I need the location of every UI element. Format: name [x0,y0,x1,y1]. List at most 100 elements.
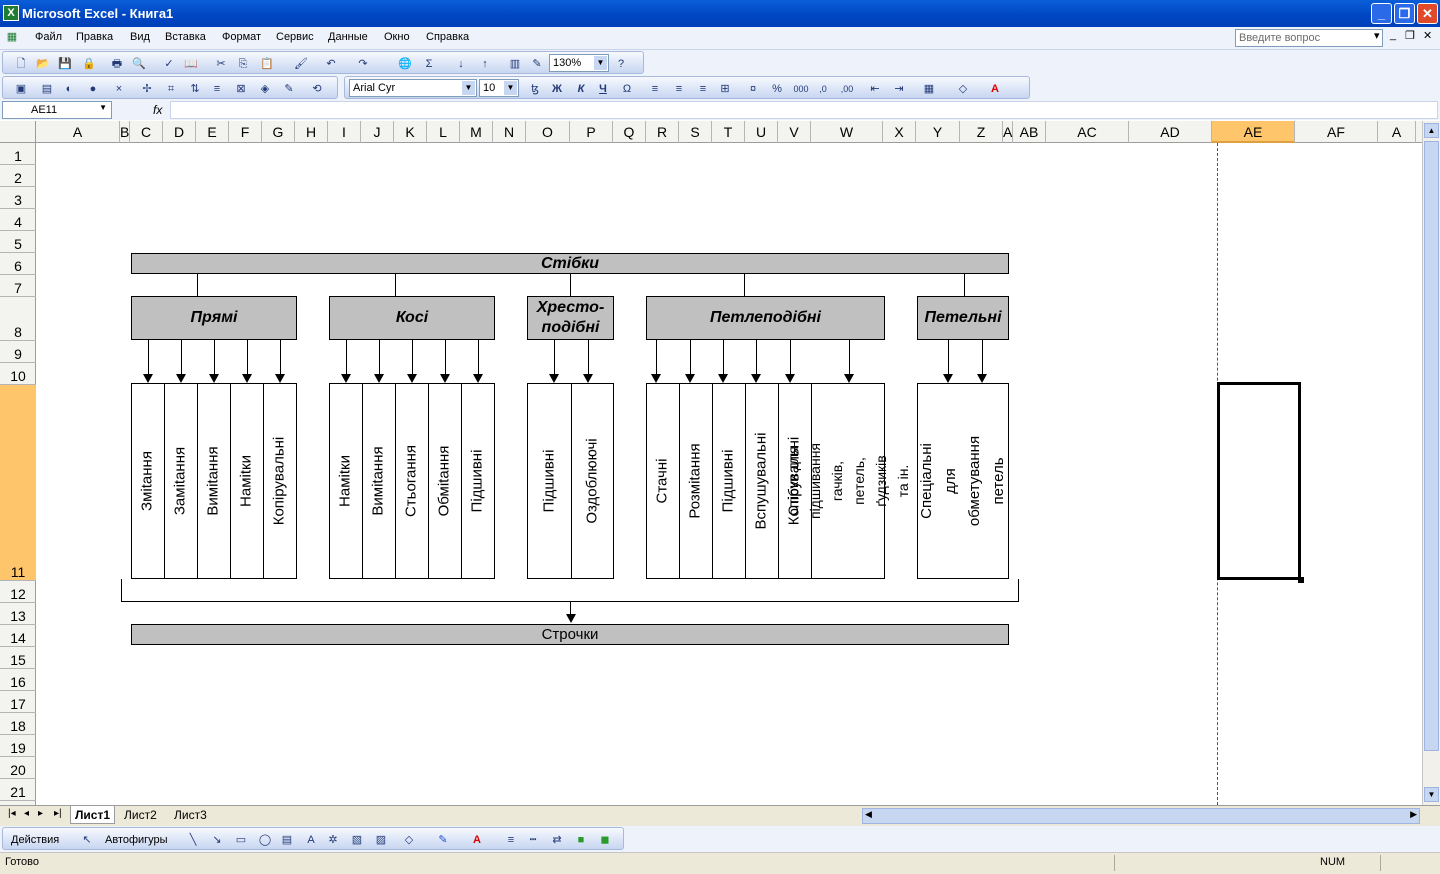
col-header-C[interactable]: C [130,121,163,143]
format-painter-icon[interactable]: 🖌 [293,56,309,72]
col-header-T[interactable]: T [712,121,745,143]
row-header-8[interactable]: 8 [0,297,36,341]
col-header-A[interactable]: A [1378,121,1416,143]
col-header-F[interactable]: F [229,121,262,143]
textbox-icon[interactable]: ▤ [279,832,295,848]
col-header-R[interactable]: R [646,121,679,143]
scroll-down-icon[interactable]: ▼ [1424,787,1439,802]
research-icon[interactable]: 📖 [183,56,199,72]
menu-data[interactable]: Данные [328,31,368,43]
scroll-right-icon[interactable]: ▶ [1410,809,1417,820]
row-header-21[interactable]: 21 [0,779,36,801]
copy-icon[interactable]: ⎘ [235,56,251,72]
fx-icon[interactable]: fx [153,103,162,117]
text-icon[interactable]: ꜩ [527,81,543,97]
color-icon[interactable]: ◈ [257,81,273,97]
rectangle-icon[interactable]: ▭ [233,832,249,848]
restore-button[interactable]: ❐ [1394,3,1415,24]
menu-view[interactable]: Вид [130,31,150,43]
percent-icon[interactable]: % [769,81,785,97]
fill-color-icon[interactable]: ◇ [955,81,971,97]
help-icon[interactable]: ? [613,56,629,72]
italic-icon[interactable]: К [573,81,589,97]
col-header-Q[interactable]: Q [613,121,646,143]
reset-icon[interactable]: ⟲ [309,81,325,97]
col-header-I[interactable]: I [328,121,361,143]
decrease-decimal-icon[interactable]: ,00 [839,81,855,97]
minimize-button[interactable]: _ [1371,3,1392,24]
menu-help[interactable]: Справка [426,31,469,43]
col-header-Z[interactable]: Z [960,121,1003,143]
align-center-icon[interactable]: ≡ [671,81,687,97]
font-select[interactable]: Arial Cyr ▼ [349,79,477,97]
size-dropdown-icon[interactable]: ▼ [504,81,517,95]
doc-restore-icon[interactable]: ❐ [1405,29,1415,42]
chart-wizard-icon[interactable]: ▥ [507,56,523,72]
row-header-12[interactable]: 12 [0,581,36,603]
save-icon[interactable]: 💾 [57,56,73,72]
col-header-AC[interactable]: AC [1046,121,1129,143]
shape-icon[interactable]: ◐ [61,81,77,97]
thousands-icon[interactable]: 000 [793,81,809,97]
oval-icon[interactable]: ◯ [257,832,273,848]
select-all-corner[interactable] [0,121,36,143]
col-header-A[interactable]: A [1003,121,1013,143]
col-header-S[interactable]: S [679,121,712,143]
col-header-L[interactable]: L [427,121,460,143]
select-arrow-icon[interactable]: ↖ [79,832,95,848]
row-header-17[interactable]: 17 [0,691,36,713]
font-color-icon[interactable]: A [987,81,1003,97]
col-header-A[interactable]: A [36,121,120,143]
fill-handle[interactable] [1298,577,1304,583]
align-left-icon[interactable]: ≡ [647,81,663,97]
col-header-O[interactable]: O [526,121,570,143]
col-header-V[interactable]: V [778,121,811,143]
scroll-up-icon[interactable]: ▲ [1424,123,1439,138]
wordart-icon[interactable]: A [303,832,319,848]
actions-menu[interactable]: Действия [11,832,71,848]
group-box-pryami[interactable]: Прямі [131,296,297,340]
diagram-top-box[interactable]: Стібки [131,253,1009,274]
clipart-icon[interactable]: ▧ [349,832,365,848]
sort-icon[interactable]: ⇅ [187,81,203,97]
row-header-11[interactable]: 11 [0,385,36,581]
menu-window[interactable]: Окно [384,31,410,43]
undo-icon[interactable]: ↶ [323,56,339,72]
font-dropdown-icon[interactable]: ▼ [462,81,475,95]
row-header-19[interactable]: 19 [0,735,36,757]
close-small-icon[interactable]: × [111,81,127,97]
move-icon[interactable]: ✢ [139,81,155,97]
col-header-W[interactable]: W [811,121,883,143]
row-header-4[interactable]: 4 [0,209,36,231]
col-header-K[interactable]: K [394,121,427,143]
sheet-tab-3[interactable]: Лист3 [170,806,211,824]
circle-icon[interactable]: ● [85,81,101,97]
image-icon[interactable]: ▣ [13,81,29,97]
col-header-AD[interactable]: AD [1129,121,1212,143]
col-header-Y[interactable]: Y [916,121,960,143]
col-header-H[interactable]: H [295,121,328,143]
autosum-icon[interactable]: Σ [421,56,437,72]
row-header-14[interactable]: 14 [0,625,36,647]
group-box-petlepodibni[interactable]: Петлеподібні [646,296,885,340]
size-select[interactable]: 10 ▼ [479,79,519,97]
row-header-20[interactable]: 20 [0,757,36,779]
ask-dropdown-icon[interactable]: ▾ [1374,29,1380,42]
arrow-style-icon[interactable]: ⇄ [549,832,565,848]
menu-format[interactable]: Формат [222,31,261,43]
draw-font-color-icon[interactable]: A [469,832,485,848]
line-icon[interactable]: ╲ [185,832,201,848]
spelling-icon[interactable]: ✓ [161,56,177,72]
group-box-kosi[interactable]: Косі [329,296,495,340]
col-header-U[interactable]: U [745,121,778,143]
row-header-13[interactable]: 13 [0,603,36,625]
compress-icon[interactable]: ⊠ [233,81,249,97]
col-header-AE[interactable]: AE [1212,121,1295,143]
menu-edit[interactable]: Правка [76,31,113,43]
group-box-petelni[interactable]: Петельні [917,296,1009,340]
align-right-icon[interactable]: ≡ [695,81,711,97]
row-header-15[interactable]: 15 [0,647,36,669]
paste-icon[interactable]: 📋 [259,56,275,72]
name-box[interactable]: AE11 ▼ [2,101,112,119]
increase-indent-icon[interactable]: ⇥ [891,81,907,97]
